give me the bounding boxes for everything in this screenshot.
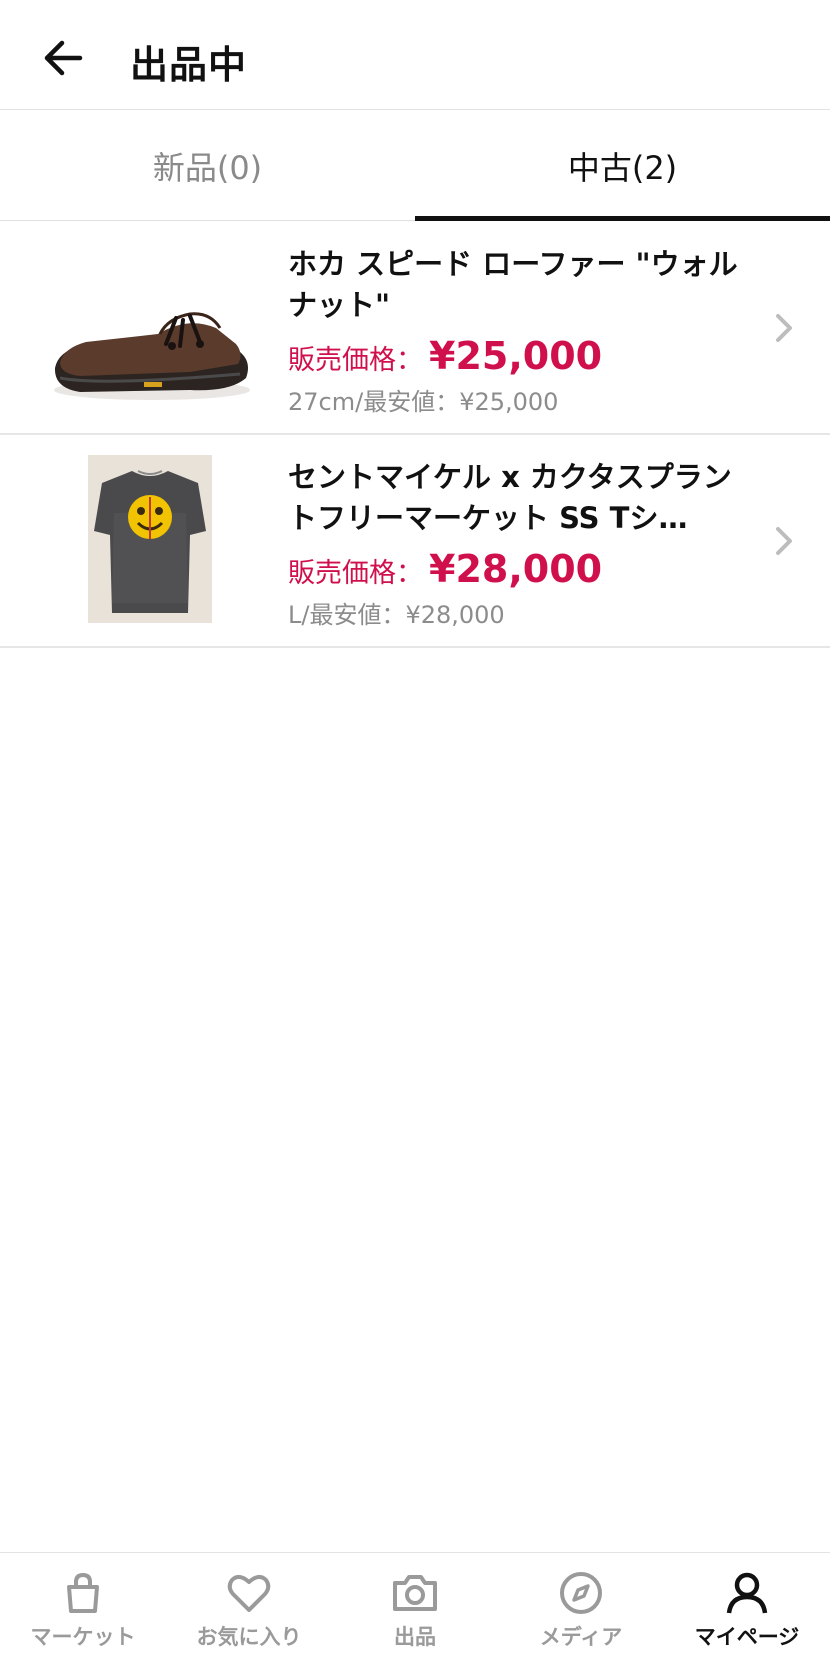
- nav-label: マーケット: [30, 1625, 136, 1649]
- back-arrow-icon[interactable]: [40, 36, 88, 80]
- nav-sell[interactable]: 出品: [332, 1553, 498, 1653]
- nav-market[interactable]: マーケット: [0, 1553, 166, 1653]
- chevron-right-icon: [776, 527, 792, 555]
- price-row: 販売価格： ¥28,000: [288, 547, 602, 591]
- header: 出品中: [0, 0, 830, 110]
- heart-icon: [227, 1575, 271, 1612]
- nav-favorites[interactable]: お気に入り: [166, 1553, 332, 1653]
- tab-bar: 新品(0) 中古(2): [0, 111, 830, 221]
- price-label: 販売価格：: [288, 345, 423, 376]
- compass-icon: [560, 1572, 602, 1614]
- nav-label: お気に入り: [196, 1625, 302, 1649]
- tab-used[interactable]: 中古(2): [415, 111, 830, 221]
- chevron-right-icon: [776, 314, 792, 342]
- item-name: ホカ スピード ローファー "ウォルナット": [288, 247, 738, 322]
- listing-item[interactable]: セントマイケル x カクタスプラントフリーマーケット SS Tシ… 販売価格： …: [0, 435, 830, 648]
- page-title: 出品中: [130, 43, 248, 87]
- price-label: 販売価格：: [288, 558, 423, 589]
- nav-mypage[interactable]: マイページ: [664, 1553, 830, 1653]
- price-value: ¥25,000: [429, 334, 603, 378]
- bag-icon: [67, 1572, 99, 1613]
- camera-icon: [393, 1575, 437, 1611]
- size-lowest-price: 27cm/最安値：¥25,000: [288, 388, 559, 416]
- product-image-tshirt: [88, 455, 212, 623]
- nav-label: 出品: [394, 1625, 436, 1649]
- listing-item[interactable]: ホカ スピード ローファー "ウォルナット" 販売価格： ¥25,000 27c…: [0, 222, 830, 435]
- user-icon: [726, 1572, 768, 1614]
- nav-label: マイページ: [694, 1625, 800, 1649]
- bottom-nav: マーケット お気に入り 出品 メディア マイページ: [0, 1552, 830, 1653]
- price-row: 販売価格： ¥25,000: [288, 334, 602, 378]
- item-name: セントマイケル x カクタスプラントフリーマーケット SS Tシ…: [288, 460, 732, 535]
- price-value: ¥28,000: [429, 547, 603, 591]
- product-image-loafer: [54, 312, 250, 400]
- nav-media[interactable]: メディア: [498, 1553, 664, 1653]
- listing-list: ホカ スピード ローファー "ウォルナット" 販売価格： ¥25,000 27c…: [0, 222, 830, 648]
- nav-label: メディア: [539, 1625, 623, 1649]
- size-lowest-price: L/最安値：¥28,000: [288, 601, 505, 629]
- tab-new[interactable]: 新品(0): [0, 111, 415, 220]
